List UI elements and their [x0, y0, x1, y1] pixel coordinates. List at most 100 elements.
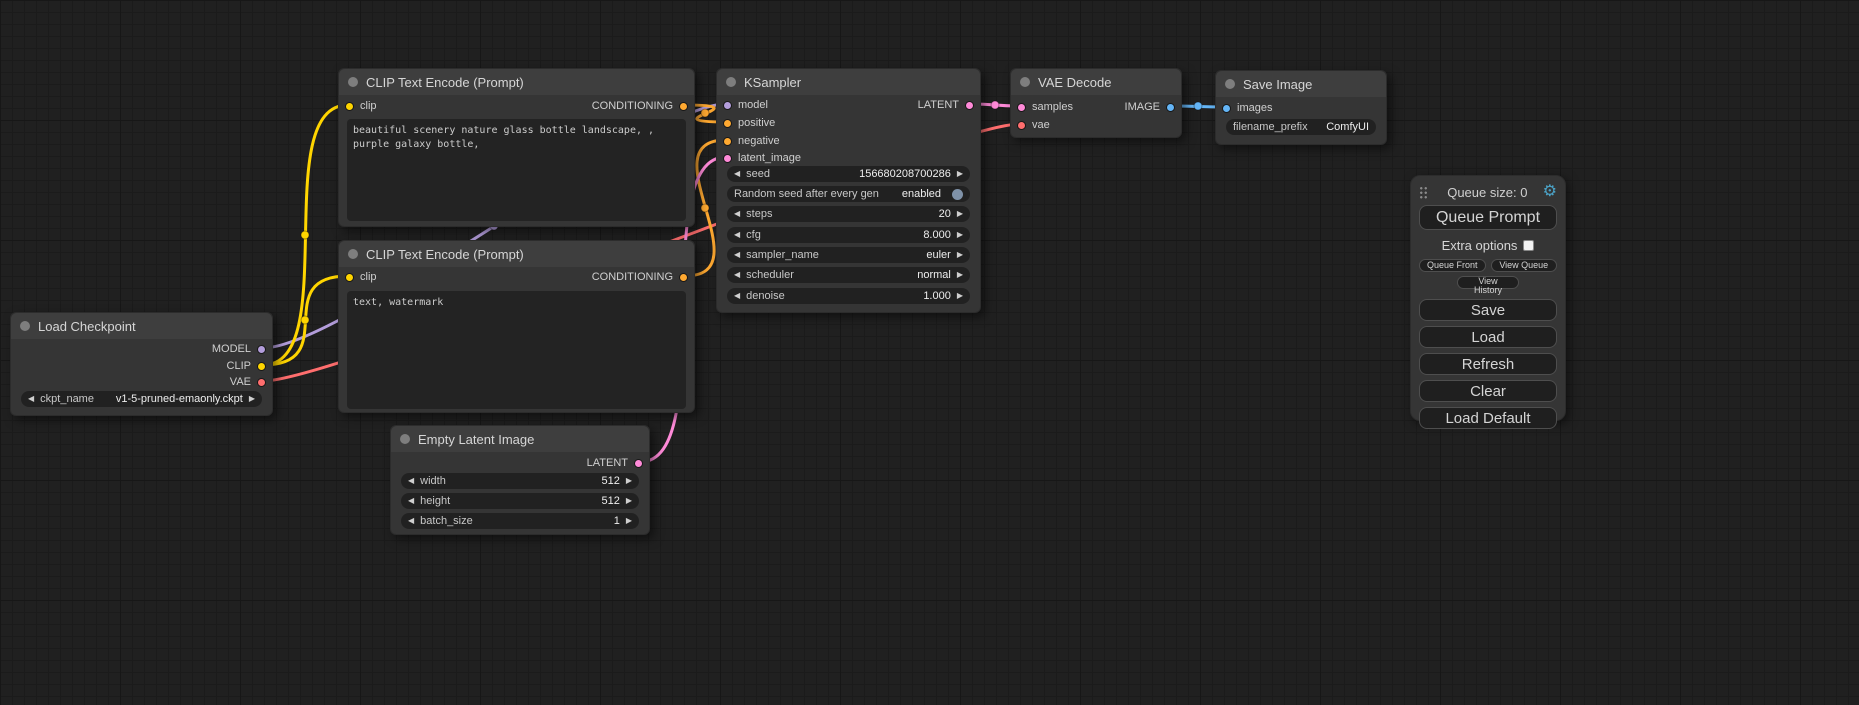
decrement-arrow-icon[interactable]: ◀ [408, 477, 414, 485]
increment-arrow-icon[interactable]: ▶ [626, 517, 632, 525]
node-title-bar[interactable]: Load Checkpoint [11, 313, 272, 339]
output-dot-conditioning[interactable] [679, 273, 688, 282]
node-title-bar[interactable]: KSampler [717, 69, 980, 95]
prev-option-arrow-icon[interactable]: ◀ [734, 251, 740, 259]
node-title-bar[interactable]: Empty Latent Image [391, 426, 649, 452]
collapse-dot-icon[interactable] [20, 321, 30, 331]
input-dot-model[interactable] [723, 101, 732, 110]
output-slot-conditioning[interactable]: CONDITIONING [592, 270, 688, 284]
clear-button[interactable]: Clear [1419, 380, 1557, 402]
input-dot-latent-image[interactable] [723, 154, 732, 163]
input-slot-latent-image[interactable]: latent_image [723, 151, 801, 165]
input-dot-images[interactable] [1222, 104, 1231, 113]
input-slot-model[interactable]: model [723, 98, 768, 112]
prompt-text-input[interactable]: beautiful scenery nature glass bottle la… [347, 119, 686, 221]
extra-options-checkbox[interactable] [1523, 240, 1534, 251]
widget-sampler-name[interactable]: ◀ sampler_name euler ▶ [727, 247, 970, 263]
decrement-arrow-icon[interactable]: ◀ [28, 395, 34, 403]
widget-width[interactable]: ◀ width 512 ▶ [401, 473, 639, 489]
next-option-arrow-icon[interactable]: ▶ [957, 251, 963, 259]
input-slot-images[interactable]: images [1222, 101, 1272, 115]
widget-steps[interactable]: ◀ steps 20 ▶ [727, 206, 970, 222]
node-vae-decode[interactable]: VAE Decode samples vae IMAGE [1010, 68, 1182, 138]
node-empty-latent-image[interactable]: Empty Latent Image LATENT ◀ width 512 ▶ … [390, 425, 650, 535]
collapse-dot-icon[interactable] [1020, 77, 1030, 87]
node-title-bar[interactable]: Save Image [1216, 71, 1386, 97]
view-queue-button[interactable]: View Queue [1491, 259, 1558, 272]
output-dot-image[interactable] [1166, 103, 1175, 112]
output-slot-latent[interactable]: LATENT [587, 456, 643, 470]
save-button[interactable]: Save [1419, 299, 1557, 321]
node-clip-text-encode-positive[interactable]: CLIP Text Encode (Prompt) clip CONDITION… [338, 68, 695, 227]
widget-filename-prefix[interactable]: filename_prefix ComfyUI [1226, 119, 1376, 135]
input-dot-negative[interactable] [723, 137, 732, 146]
output-slot-model[interactable]: MODEL [212, 342, 266, 356]
load-button[interactable]: Load [1419, 326, 1557, 348]
decrement-arrow-icon[interactable]: ◀ [734, 210, 740, 218]
collapse-dot-icon[interactable] [726, 77, 736, 87]
node-title-bar[interactable]: CLIP Text Encode (Prompt) [339, 241, 694, 267]
input-slot-negative[interactable]: negative [723, 134, 780, 148]
decrement-arrow-icon[interactable]: ◀ [734, 231, 740, 239]
node-title-bar[interactable]: CLIP Text Encode (Prompt) [339, 69, 694, 95]
widget-denoise[interactable]: ◀ denoise 1.000 ▶ [727, 288, 970, 304]
output-dot-latent[interactable] [965, 101, 974, 110]
output-dot-latent[interactable] [634, 459, 643, 468]
collapse-dot-icon[interactable] [1225, 79, 1235, 89]
output-dot-conditioning[interactable] [679, 102, 688, 111]
collapse-dot-icon[interactable] [348, 77, 358, 87]
output-slot-image[interactable]: IMAGE [1125, 100, 1175, 114]
widget-cfg[interactable]: ◀ cfg 8.000 ▶ [727, 227, 970, 243]
prompt-text-input[interactable]: text, watermark [347, 291, 686, 409]
collapse-dot-icon[interactable] [400, 434, 410, 444]
input-dot-samples[interactable] [1017, 103, 1026, 112]
output-dot-clip[interactable] [257, 362, 266, 371]
widget-batch-size[interactable]: ◀ batch_size 1 ▶ [401, 513, 639, 529]
queue-front-button[interactable]: Queue Front [1419, 259, 1486, 272]
decrement-arrow-icon[interactable]: ◀ [734, 170, 740, 178]
decrement-arrow-icon[interactable]: ◀ [408, 497, 414, 505]
output-slot-clip[interactable]: CLIP [227, 359, 266, 373]
widget-ckpt-name[interactable]: ◀ ckpt_name v1-5-pruned-emaonly.ckpt ▶ [21, 391, 262, 407]
output-slot-vae[interactable]: VAE [230, 375, 266, 389]
next-option-arrow-icon[interactable]: ▶ [957, 271, 963, 279]
queue-prompt-button[interactable]: Queue Prompt [1419, 205, 1557, 230]
decrement-arrow-icon[interactable]: ◀ [408, 517, 414, 525]
node-ksampler[interactable]: KSampler model positive negative latent_… [716, 68, 981, 313]
toggle-knob-icon[interactable] [952, 189, 963, 200]
increment-arrow-icon[interactable]: ▶ [626, 497, 632, 505]
node-save-image[interactable]: Save Image images filename_prefix ComfyU… [1215, 70, 1387, 145]
load-default-button[interactable]: Load Default [1419, 407, 1557, 429]
collapse-dot-icon[interactable] [348, 249, 358, 259]
refresh-button[interactable]: Refresh [1419, 353, 1557, 375]
input-dot-vae[interactable] [1017, 121, 1026, 130]
input-slot-samples[interactable]: samples [1017, 100, 1073, 114]
increment-arrow-icon[interactable]: ▶ [957, 292, 963, 300]
output-slot-latent[interactable]: LATENT [918, 98, 974, 112]
input-slot-clip[interactable]: clip [345, 99, 377, 113]
input-dot-clip[interactable] [345, 273, 354, 282]
drag-handle-icon[interactable] [1419, 186, 1428, 199]
input-dot-positive[interactable] [723, 119, 732, 128]
input-slot-clip[interactable]: clip [345, 270, 377, 284]
input-slot-vae[interactable]: vae [1017, 118, 1050, 132]
increment-arrow-icon[interactable]: ▶ [957, 210, 963, 218]
decrement-arrow-icon[interactable]: ◀ [734, 292, 740, 300]
widget-random-seed-toggle[interactable]: Random seed after every gen enabled [727, 186, 970, 202]
node-load-checkpoint[interactable]: Load Checkpoint MODEL CLIP VAE ◀ ckpt_na… [10, 312, 273, 416]
prev-option-arrow-icon[interactable]: ◀ [734, 271, 740, 279]
increment-arrow-icon[interactable]: ▶ [626, 477, 632, 485]
output-dot-vae[interactable] [257, 378, 266, 387]
increment-arrow-icon[interactable]: ▶ [249, 395, 255, 403]
output-slot-conditioning[interactable]: CONDITIONING [592, 99, 688, 113]
view-history-button[interactable]: View History [1457, 276, 1519, 289]
increment-arrow-icon[interactable]: ▶ [957, 170, 963, 178]
input-slot-positive[interactable]: positive [723, 116, 775, 130]
widget-height[interactable]: ◀ height 512 ▶ [401, 493, 639, 509]
increment-arrow-icon[interactable]: ▶ [957, 231, 963, 239]
settings-gear-icon[interactable]: ⚙ [1543, 184, 1557, 200]
widget-scheduler[interactable]: ◀ scheduler normal ▶ [727, 267, 970, 283]
node-clip-text-encode-negative[interactable]: CLIP Text Encode (Prompt) clip CONDITION… [338, 240, 695, 413]
widget-seed[interactable]: ◀ seed 156680208700286 ▶ [727, 166, 970, 182]
node-title-bar[interactable]: VAE Decode [1011, 69, 1181, 95]
